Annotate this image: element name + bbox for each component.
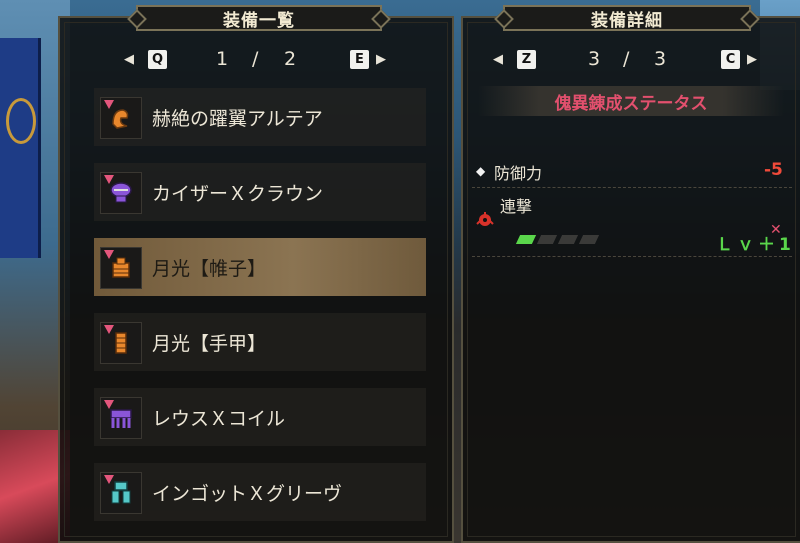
equipment-detail-title: 装備詳細: [503, 5, 751, 31]
skill-name: 連撃: [500, 197, 533, 216]
equipment-name: カイザーＸクラウン: [152, 182, 324, 205]
gauntlet-icon: [100, 322, 142, 364]
detail-prev-arrow-icon[interactable]: ◀: [493, 52, 503, 67]
leg-armor-icon: [100, 472, 142, 514]
equipment-item-chest-selected[interactable]: 月光【帷子】: [94, 238, 426, 296]
page-prev-arrow-icon[interactable]: ◀: [124, 52, 134, 67]
qurious-status-header: 傀異錬成ステータス: [478, 86, 784, 116]
detail-prev-key[interactable]: Z: [517, 49, 536, 69]
detail-next-key[interactable]: C: [721, 49, 740, 69]
equipment-name: 月光【帷子】: [152, 257, 267, 280]
diamond-bullet-icon: ◆: [476, 164, 486, 178]
equipment-name: 赫絶の躍翼アルテア: [152, 107, 323, 130]
divider: [472, 187, 792, 189]
waist-armor-icon: [100, 397, 142, 439]
prev-page-key[interactable]: Q: [148, 49, 167, 69]
chest-armor-icon: [100, 247, 142, 289]
detail-page-total: 3: [654, 48, 667, 70]
skill-level-text: Ｌｖ＋1: [716, 235, 795, 255]
equipment-list-pager: ◀ Q 1 / 2 E ▶: [124, 46, 400, 72]
blue-banner: [0, 38, 41, 258]
next-page-key[interactable]: E: [350, 49, 369, 69]
equipment-name: インゴットＸグリーヴ: [152, 482, 343, 505]
skill-emblem-icon: [475, 210, 495, 234]
page-total: 2: [284, 48, 297, 70]
crown-icon: [100, 172, 142, 214]
divider: [472, 256, 792, 258]
sparkle-icon: ✕: [770, 222, 782, 238]
page-current: 1: [216, 48, 229, 70]
equipment-item-crown[interactable]: カイザーＸクラウン: [94, 163, 426, 221]
equipment-item-gauntlet[interactable]: 月光【手甲】: [94, 313, 426, 371]
page-next-arrow-icon[interactable]: ▶: [376, 52, 386, 67]
equipment-name: 月光【手甲】: [152, 332, 267, 355]
equipment-name: レウスＸコイル: [152, 407, 286, 430]
detail-page-current: 3: [588, 48, 601, 70]
helm-icon: [100, 97, 142, 139]
page-separator: /: [252, 48, 259, 70]
equipment-detail-pager: ◀ Z 3 / 3 C ▶: [493, 46, 769, 72]
equipment-item-waist[interactable]: レウスＸコイル: [94, 388, 426, 446]
defense-label: 防御力: [494, 164, 543, 183]
equipment-item-legs[interactable]: インゴットＸグリーヴ: [94, 463, 426, 521]
detail-next-arrow-icon[interactable]: ▶: [747, 52, 757, 67]
equipment-item-helm[interactable]: 赫絶の躍翼アルテア: [94, 88, 426, 146]
defense-value: -5: [764, 160, 783, 180]
detail-page-separator: /: [623, 48, 630, 70]
equipment-list-title: 装備一覧: [136, 5, 382, 31]
